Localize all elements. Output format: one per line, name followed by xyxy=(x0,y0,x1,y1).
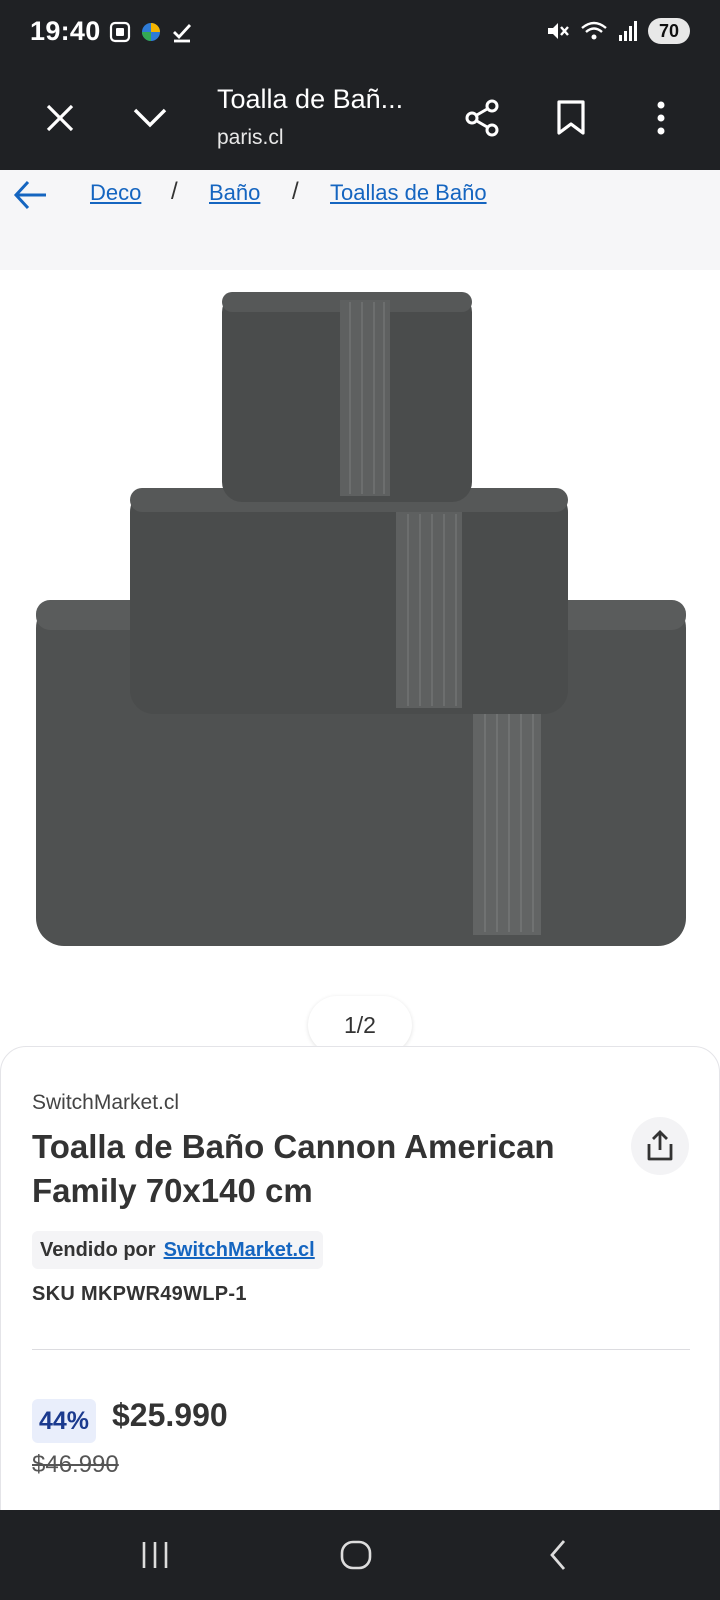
recent-apps-icon xyxy=(142,1542,168,1568)
bookmark-button[interactable] xyxy=(541,88,601,148)
chevron-down-icon xyxy=(133,108,167,128)
page-domain: paris.cl xyxy=(217,126,284,149)
breadcrumb-separator: / xyxy=(292,178,299,205)
sku: SKU MKPWR49WLP-1 xyxy=(32,1283,247,1305)
product-info-card: SwitchMarket.cl Toalla de Baño Cannon Am… xyxy=(0,1046,720,1510)
share-button[interactable] xyxy=(452,88,512,148)
system-navigation-bar xyxy=(0,1510,720,1600)
minimize-button[interactable] xyxy=(120,88,180,148)
page-title: Toalla de Bañ... xyxy=(217,84,404,114)
more-options-button[interactable] xyxy=(631,88,691,148)
sold-by-link[interactable]: SwitchMarket.cl xyxy=(164,1239,315,1262)
more-vertical-icon xyxy=(657,101,665,135)
breadcrumb-item-deco[interactable]: Deco xyxy=(90,180,141,206)
old-price: $46.990 xyxy=(32,1451,119,1478)
back-icon xyxy=(550,1540,566,1570)
close-tab-button[interactable] xyxy=(30,88,90,148)
mute-icon xyxy=(548,23,569,39)
app-icon xyxy=(142,23,160,41)
product-image-gallery[interactable]: 1/2 xyxy=(0,270,720,1180)
price: $25.990 xyxy=(112,1397,228,1433)
home-button[interactable] xyxy=(328,1532,384,1578)
divider xyxy=(32,1349,690,1350)
share-upload-icon xyxy=(647,1130,673,1161)
sold-by: Vendido por SwitchMarket.cl xyxy=(32,1231,323,1269)
status-icons-right: 70 xyxy=(545,18,690,44)
discount-badge: 44% xyxy=(32,1399,97,1443)
close-icon xyxy=(46,104,74,132)
back-arrow-icon[interactable] xyxy=(12,178,48,212)
share-icon xyxy=(465,99,499,137)
home-icon xyxy=(340,1540,372,1570)
status-icons-left xyxy=(108,20,194,44)
breadcrumb-separator: / xyxy=(171,178,178,205)
share-product-button[interactable] xyxy=(631,1117,689,1175)
page-content: Deco / Baño / Toallas de Baño 1/2 Switch… xyxy=(0,170,720,1510)
recent-apps-button[interactable] xyxy=(127,1532,183,1578)
back-button[interactable] xyxy=(530,1532,586,1578)
status-time: 19:40 xyxy=(30,16,101,46)
product-title: Toalla de Baño Cannon American Family 70… xyxy=(32,1128,555,1209)
browser-toolbar: Toalla de Bañ... paris.cl xyxy=(0,66,720,170)
product-image xyxy=(36,292,686,946)
seller-name[interactable]: SwitchMarket.cl xyxy=(32,1091,179,1115)
wifi-icon xyxy=(581,21,607,40)
bookmark-icon xyxy=(557,100,585,135)
sold-by-label: Vendido por xyxy=(40,1238,156,1261)
battery-indicator: 70 xyxy=(648,18,690,44)
check-icon xyxy=(173,24,192,43)
breadcrumb: Deco / Baño / Toallas de Baño xyxy=(0,170,720,220)
screenshot-icon xyxy=(109,21,131,43)
signal-icon xyxy=(619,21,637,41)
breadcrumb-item-bano[interactable]: Baño xyxy=(209,180,260,206)
status-bar: 19:40 70 xyxy=(0,0,720,66)
breadcrumb-item-toallas[interactable]: Toallas de Baño xyxy=(330,180,487,206)
